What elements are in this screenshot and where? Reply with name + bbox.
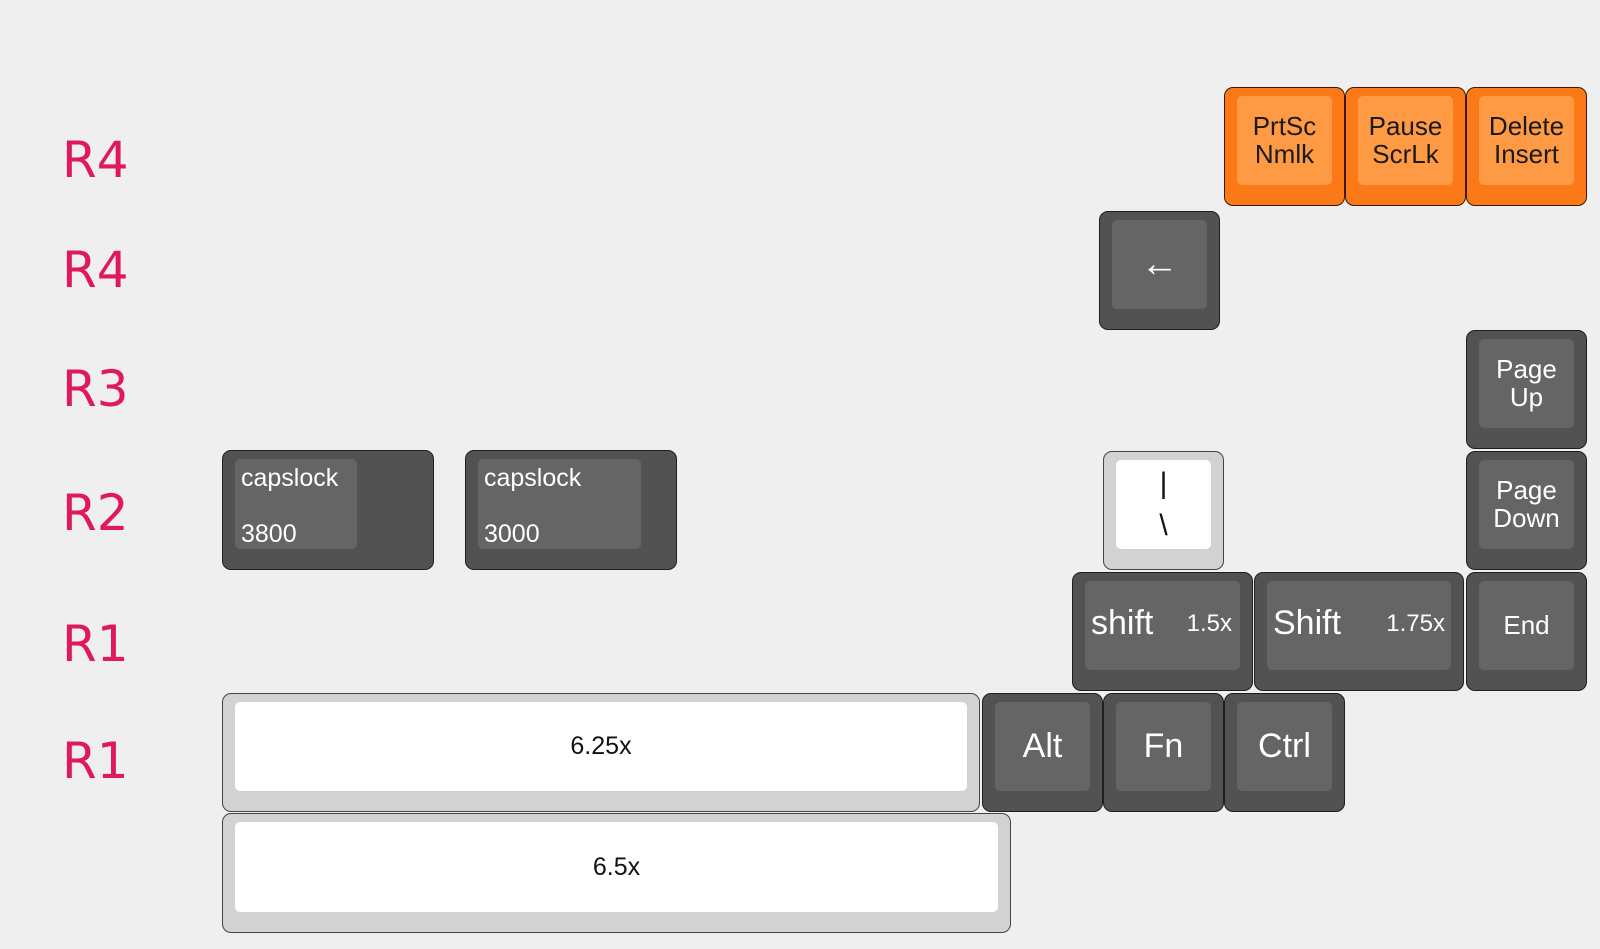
key-face: capslock 3800 (235, 459, 357, 549)
row-label-r1: R1 (62, 615, 129, 673)
key-end[interactable]: End (1466, 572, 1587, 691)
key-alt[interactable]: Alt (982, 693, 1103, 812)
key-legend: \ (1159, 508, 1168, 542)
key-legend: ScrLk (1372, 138, 1439, 169)
row-label-r1-bottom: R1 (62, 732, 129, 790)
key-prtsc[interactable]: PrtSc Nmlk (1224, 87, 1345, 206)
key-value: 3800 (241, 519, 297, 548)
key-face: PrtSc Nmlk (1237, 96, 1332, 185)
key-capslock-3000[interactable]: capslock 3000 (465, 450, 677, 570)
key-legend: | (1159, 466, 1168, 500)
key-legend: Ctrl (1258, 726, 1311, 765)
key-value: 3000 (484, 519, 540, 548)
key-face: Pause ScrLk (1358, 96, 1453, 185)
key-page-down[interactable]: Page Down (1466, 451, 1587, 570)
row-label-r4-top: R4 (62, 131, 129, 189)
key-legend: 6.25x (570, 732, 632, 761)
row-label-r2: R2 (62, 484, 129, 542)
key-size: 1.75x (1386, 609, 1445, 637)
key-legend: Nmlk (1254, 138, 1315, 169)
key-fn[interactable]: Fn (1103, 693, 1224, 812)
key-face: Delete Insert (1479, 96, 1574, 185)
arrow-left-icon: ← (1140, 242, 1179, 285)
key-legend: capslock (484, 464, 582, 492)
key-legend: Alt (1022, 726, 1063, 765)
key-backspace[interactable]: ← (1099, 211, 1220, 330)
key-legend: capslock (241, 464, 339, 492)
key-legend: End (1503, 609, 1550, 640)
key-ctrl[interactable]: Ctrl (1224, 693, 1345, 812)
key-legend: Delete (1488, 111, 1565, 142)
row-label-r3: R3 (62, 360, 129, 418)
key-face: capslock 3000 (478, 459, 641, 549)
key-shift-1-75x[interactable]: Shift 1.75x (1254, 572, 1464, 691)
key-legend: Page (1496, 354, 1557, 385)
key-legend: Pause (1368, 111, 1443, 142)
key-delete[interactable]: Delete Insert (1466, 87, 1587, 206)
key-legend: Insert (1493, 138, 1560, 169)
key-legend: Shift (1273, 603, 1342, 642)
key-legend: Up (1509, 381, 1544, 412)
key-shift-1-5x[interactable]: shift 1.5x (1072, 572, 1253, 691)
key-backslash[interactable]: | \ (1103, 451, 1224, 570)
key-spacebar-6-25x[interactable]: 6.25x (222, 693, 980, 812)
key-page-up[interactable]: Page Up (1466, 330, 1587, 449)
key-pause[interactable]: Pause ScrLk (1345, 87, 1466, 206)
row-label-r4: R4 (62, 241, 129, 299)
key-capslock-3800[interactable]: capslock 3800 (222, 450, 434, 570)
key-legend: Fn (1143, 726, 1184, 765)
key-spacebar-6-5x[interactable]: 6.5x (222, 813, 1011, 933)
key-legend: PrtSc (1252, 111, 1317, 142)
key-legend: 6.5x (592, 852, 641, 881)
key-size: 1.5x (1186, 609, 1232, 637)
key-legend: Down (1493, 502, 1560, 533)
key-legend: Page (1496, 475, 1557, 506)
key-legend: shift (1091, 603, 1154, 642)
